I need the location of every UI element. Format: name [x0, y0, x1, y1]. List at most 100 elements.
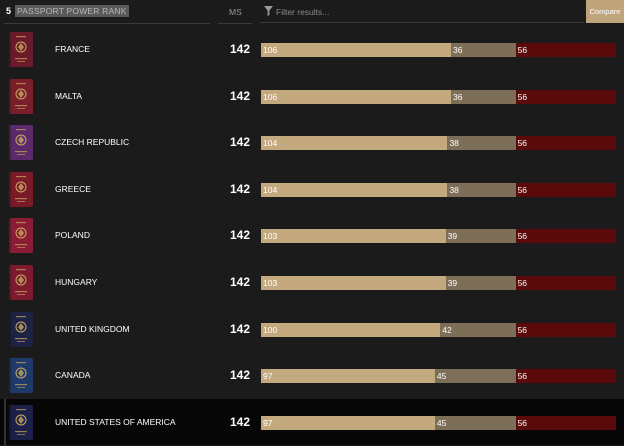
passport-cover-icon [9, 32, 33, 67]
header-bar: 5 PASSPORT POWER RANK MS Filter results.… [0, 0, 624, 24]
visa-on-arrival-segment: 36 [451, 89, 516, 104]
mobility-score: 142 [229, 181, 250, 196]
filter-icon [264, 6, 273, 16]
visa-free-segment: 104 [261, 136, 448, 151]
visa-breakdown-bar: 103 39 56 [261, 229, 616, 244]
visa-on-arrival-segment: 38 [447, 182, 516, 197]
visa-required-segment: 56 [515, 43, 616, 57]
visa-free-segment: 106 [261, 43, 452, 57]
visa-on-arrival-segment-value: 39 [447, 231, 458, 242]
visa-required-segment: 56 [515, 275, 616, 290]
visa-required-segment: 56 [515, 415, 616, 430]
passport-row[interactable]: MALTA 142 106 36 56 [0, 73, 624, 120]
visa-free-segment-value: 103 [263, 231, 278, 242]
country-name: POLAND [55, 230, 90, 241]
visa-free-segment-value: 103 [263, 277, 278, 288]
visa-required-segment: 56 [515, 229, 616, 244]
compare-button[interactable]: Compare [586, 0, 624, 23]
passport-cover-icon [9, 218, 33, 254]
visa-on-arrival-segment-value: 38 [449, 138, 459, 149]
passport-cover-icon [9, 264, 33, 300]
mobility-score: 142 [229, 228, 250, 243]
visa-required-segment: 56 [515, 89, 616, 104]
passport-cover-icon [9, 125, 33, 161]
visa-required-segment: 56 [515, 322, 616, 337]
visa-free-segment-value: 97 [263, 371, 273, 382]
header-divider [4, 23, 210, 24]
mobility-score: 142 [229, 88, 250, 103]
country-name: HUNGARY [55, 276, 98, 287]
passport-row[interactable]: POLAND 142 103 39 56 [0, 212, 624, 259]
visa-breakdown-bar: 100 42 56 [261, 322, 616, 337]
visa-on-arrival-segment-value: 36 [453, 45, 463, 55]
visa-on-arrival-segment: 38 [447, 136, 516, 151]
visa-free-segment-value: 104 [263, 138, 278, 149]
mobility-score: 142 [229, 368, 250, 383]
country-name: GREECE [55, 183, 91, 194]
visa-free-segment: 97 [261, 415, 435, 430]
passport-row[interactable]: HUNGARY 142 103 39 56 [0, 259, 624, 306]
passport-cover-icon [9, 404, 33, 440]
visa-on-arrival-segment-value: 38 [449, 184, 459, 195]
passport-row[interactable]: UNITED STATES OF AMERICA 142 97 45 56 [0, 398, 624, 446]
visa-required-segment-value: 56 [517, 417, 528, 428]
visa-on-arrival-segment: 45 [434, 415, 516, 430]
visa-free-segment-value: 97 [263, 417, 273, 428]
visa-on-arrival-segment-value: 36 [453, 91, 463, 102]
visa-breakdown-bar: 104 38 56 [261, 182, 616, 197]
passport-ranking-page: 5 PASSPORT POWER RANK MS Filter results.… [0, 0, 624, 446]
passport-row[interactable]: CANADA 142 97 45 56 [0, 352, 624, 399]
ms-column-header: MS [229, 7, 242, 17]
passport-row[interactable]: FRANCE 142 106 36 56 [0, 26, 624, 73]
visa-on-arrival-segment: 36 [451, 43, 516, 57]
mobility-score: 142 [229, 135, 250, 150]
country-name: UNITED STATES OF AMERICA [55, 416, 176, 427]
visa-free-segment: 100 [261, 322, 441, 337]
rank-number: 5 [6, 6, 12, 16]
visa-on-arrival-segment: 39 [445, 275, 516, 290]
filter-input[interactable]: Filter results... [260, 0, 584, 23]
country-name: MALTA [55, 90, 83, 101]
passport-cover-icon [9, 311, 33, 347]
visa-required-segment-value: 56 [517, 91, 528, 102]
filter-placeholder: Filter results... [276, 7, 330, 17]
visa-on-arrival-segment: 42 [440, 322, 516, 337]
visa-free-segment-value: 106 [263, 45, 278, 55]
visa-on-arrival-segment-value: 45 [436, 417, 447, 428]
visa-required-segment: 56 [515, 182, 616, 197]
country-name: UNITED KINGDOM [55, 323, 130, 334]
passport-row[interactable]: CZECH REPUBLIC 142 104 38 56 [0, 119, 624, 166]
visa-free-segment: 103 [261, 275, 446, 290]
visa-free-segment-value: 100 [263, 324, 278, 335]
visa-breakdown-bar: 106 36 56 [261, 89, 616, 104]
visa-breakdown-bar: 103 39 56 [261, 275, 616, 290]
visa-on-arrival-segment: 45 [434, 369, 516, 384]
visa-required-segment-value: 56 [517, 277, 528, 288]
visa-free-segment: 97 [261, 369, 435, 384]
passport-row[interactable]: GREECE 142 104 38 56 [0, 166, 624, 213]
ms-header-divider [218, 23, 252, 24]
mobility-score: 142 [229, 414, 250, 429]
country-name: FRANCE [55, 44, 90, 54]
visa-on-arrival-segment: 39 [445, 229, 516, 244]
visa-required-segment-value: 56 [517, 138, 528, 149]
visa-breakdown-bar: 106 36 56 [261, 43, 616, 57]
passport-list: FRANCE 142 106 36 56 MALTA 142 106 36 56 CZECH REP… [0, 26, 624, 446]
country-name: CANADA [55, 370, 91, 381]
visa-required-segment-value: 56 [517, 371, 528, 382]
mobility-score: 142 [229, 321, 250, 336]
passport-cover-icon [9, 171, 33, 207]
visa-free-segment: 103 [261, 229, 446, 244]
visa-required-segment-value: 56 [517, 184, 528, 195]
visa-required-segment-value: 56 [517, 45, 528, 55]
visa-free-segment: 104 [261, 182, 448, 197]
rank-title-label: PASSPORT POWER RANK [15, 5, 129, 17]
mobility-score: 142 [229, 274, 250, 289]
visa-breakdown-bar: 97 45 56 [261, 369, 616, 384]
visa-required-segment: 56 [515, 369, 616, 384]
passport-row[interactable]: UNITED KINGDOM 142 100 42 56 [0, 306, 624, 353]
visa-breakdown-bar: 104 38 56 [261, 136, 616, 151]
passport-cover-icon [9, 78, 33, 114]
visa-free-segment-value: 106 [263, 91, 278, 102]
visa-free-segment-value: 104 [263, 184, 278, 195]
